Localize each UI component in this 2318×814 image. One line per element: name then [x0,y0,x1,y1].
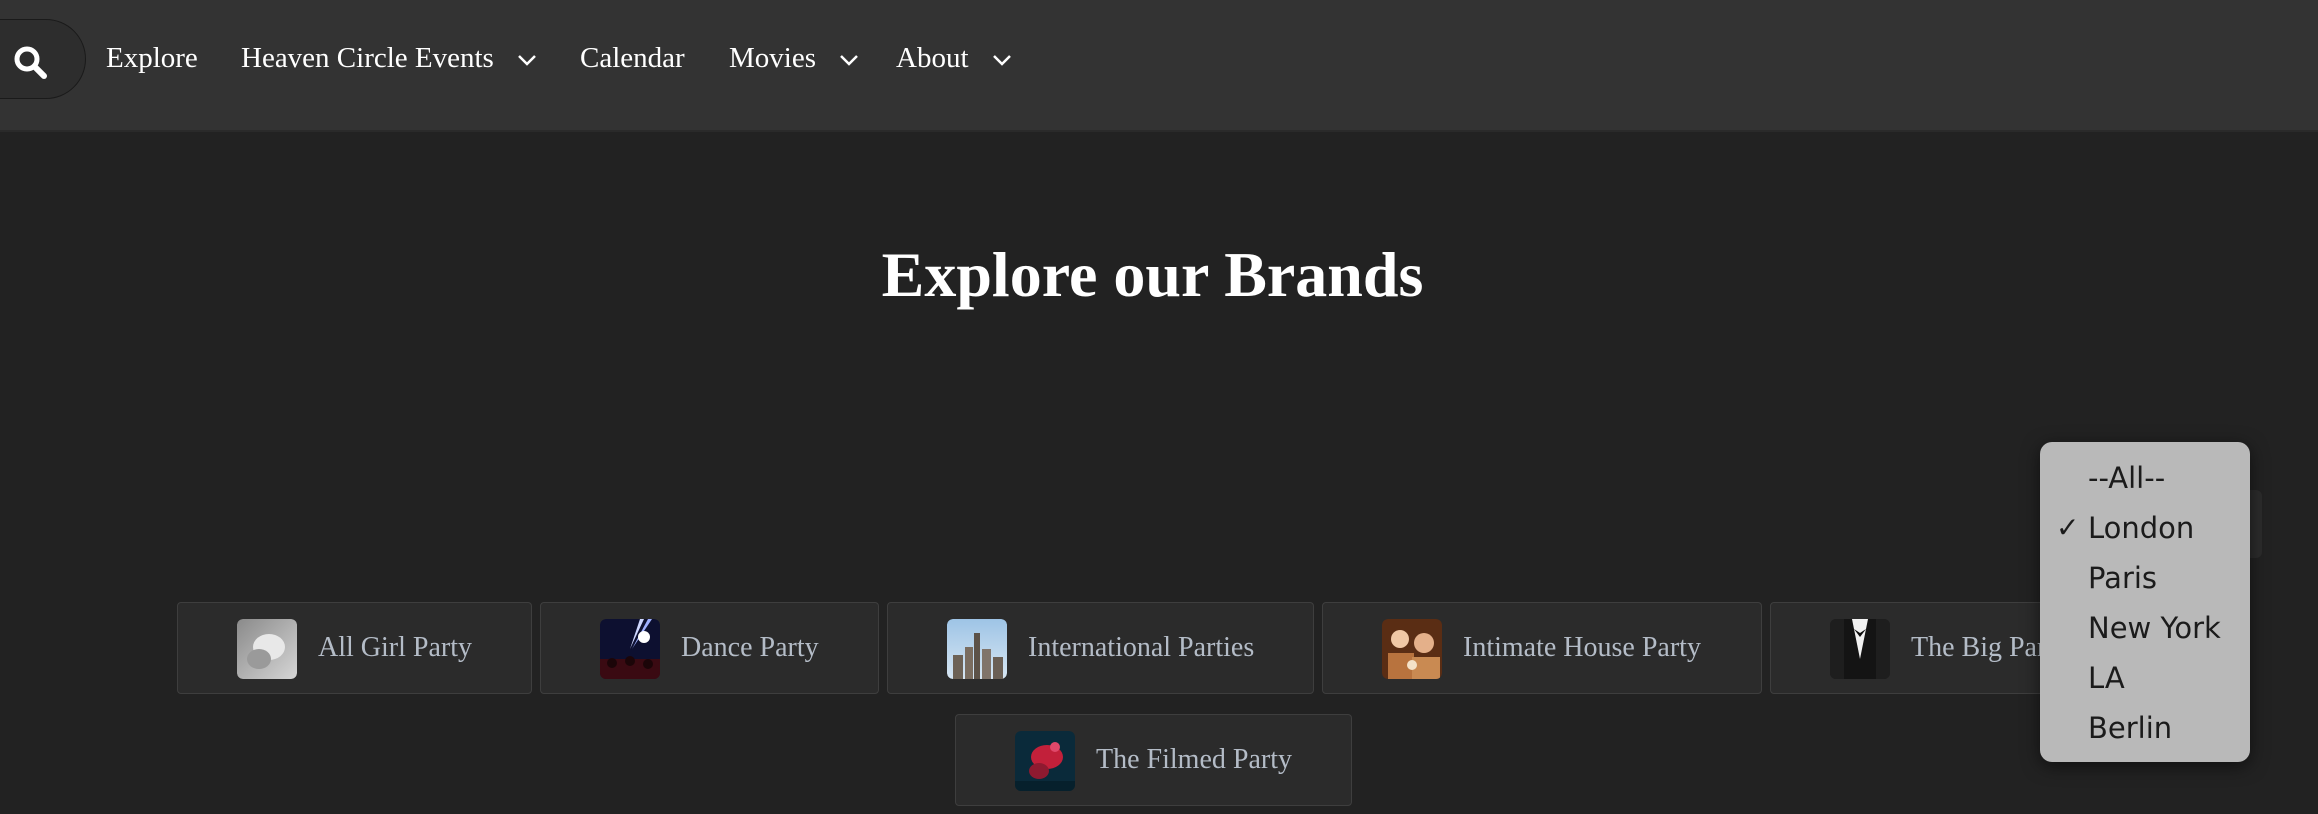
intimate-house-party-thumbnail [1382,619,1442,679]
nav-heaven-circle-events-label: Heaven Circle Events [241,42,494,74]
brand-label: Dance Party [681,632,819,663]
nav-calendar-label: Calendar [580,42,685,74]
dropdown-option-la[interactable]: LA [2088,660,2125,696]
city-filter-dropdown: --All-- ✓ London Paris New York LA Berli… [2040,442,2250,762]
nav-heaven-circle-events[interactable]: Heaven Circle Events [241,38,537,78]
the-filmed-party-thumbnail [1015,731,1075,791]
all-girl-party-thumbnail [237,619,297,679]
search-button[interactable] [0,19,86,99]
chevron-down-icon [992,55,1011,67]
dropdown-option-paris[interactable]: Paris [2088,560,2157,596]
chevron-down-icon [840,55,859,67]
brand-label: The Filmed Party [1096,744,1292,775]
chevron-down-icon [518,55,536,67]
brand-button-the-filmed-party[interactable]: The Filmed Party [955,714,1352,806]
nav-calendar[interactable]: Calendar [580,38,685,78]
nav-movies[interactable]: Movies [729,38,859,78]
nav-explore[interactable]: Explore [106,38,198,78]
dance-party-thumbnail [600,619,660,679]
nav-movies-label: Movies [729,42,816,74]
checkmark-icon: ✓ [2056,511,2080,544]
dropdown-option-berlin[interactable]: Berlin [2088,710,2172,746]
top-navbar: Explore Heaven Circle Events Calendar Mo… [0,0,2318,132]
dropdown-option-new-york[interactable]: New York [2088,610,2221,646]
nav-explore-label: Explore [106,42,198,74]
the-big-party-thumbnail [1830,619,1890,679]
brand-label: All Girl Party [318,632,472,663]
search-icon [14,46,47,79]
page-title: Explore our Brands [881,239,1424,310]
international-parties-thumbnail [947,619,1007,679]
brand-button-intimate-house-party[interactable]: Intimate House Party [1322,602,1762,694]
dropdown-option-london[interactable]: London [2088,510,2194,546]
brand-button-international-parties[interactable]: International Parties [887,602,1314,694]
brand-button-dance-party[interactable]: Dance Party [540,602,879,694]
brand-label: International Parties [1028,632,1255,663]
dropdown-option-all[interactable]: --All-- [2088,460,2165,496]
brand-label: Intimate House Party [1463,632,1701,663]
brand-button-all-girl-party[interactable]: All Girl Party [177,602,532,694]
nav-about-label: About [896,42,969,74]
nav-about[interactable]: About [896,38,1012,78]
